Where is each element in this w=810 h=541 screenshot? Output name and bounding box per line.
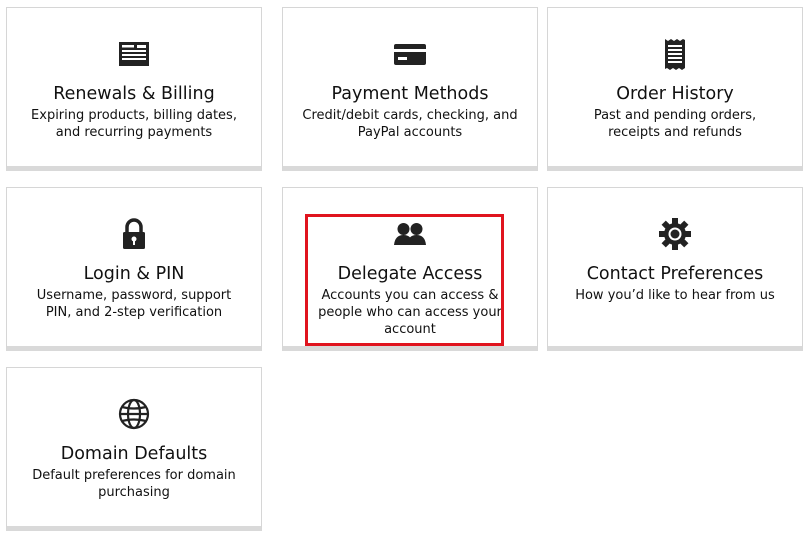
card-description: Expiring products, billing dates, and re… [31,108,237,140]
credit-card-icon [393,37,427,71]
globe-icon [117,397,151,431]
two-people-icon [393,217,427,251]
card-title: Login & PIN [83,264,185,284]
domain-defaults-card[interactable]: Domain Defaults Default preferences for … [6,367,262,531]
contact-preferences-card[interactable]: Contact Preferences How you’d like to he… [547,187,803,351]
billing-document-icon [117,37,151,71]
renewals-billing-card[interactable]: Renewals & Billing Expiring products, bi… [6,7,262,171]
card-title: Payment Methods [331,84,489,104]
card-description: Default preferences for domain purchasin… [32,468,236,500]
card-description: Username, password, support PIN, and 2-s… [36,288,232,320]
padlock-icon [117,217,151,251]
card-title: Delegate Access [337,264,483,284]
card-description: Credit/debit cards, checking, and PayPal… [302,108,518,140]
card-description: Past and pending orders, receipts and re… [593,108,757,140]
gear-icon [658,217,692,251]
card-description: Accounts you can access & people who can… [318,288,502,337]
delegate-access-card[interactable]: Delegate Access Accounts you can access … [282,187,538,351]
login-pin-card[interactable]: Login & PIN Username, password, support … [6,187,262,351]
order-history-card[interactable]: Order History Past and pending orders, r… [547,7,803,171]
card-title: Contact Preferences [586,264,764,284]
card-description: How you’d like to hear from us [575,288,775,303]
receipt-icon [658,37,692,71]
card-title: Order History [616,84,734,104]
card-title: Domain Defaults [60,444,208,464]
card-title: Renewals & Billing [53,84,215,104]
payment-methods-card[interactable]: Payment Methods Credit/debit cards, chec… [282,7,538,171]
